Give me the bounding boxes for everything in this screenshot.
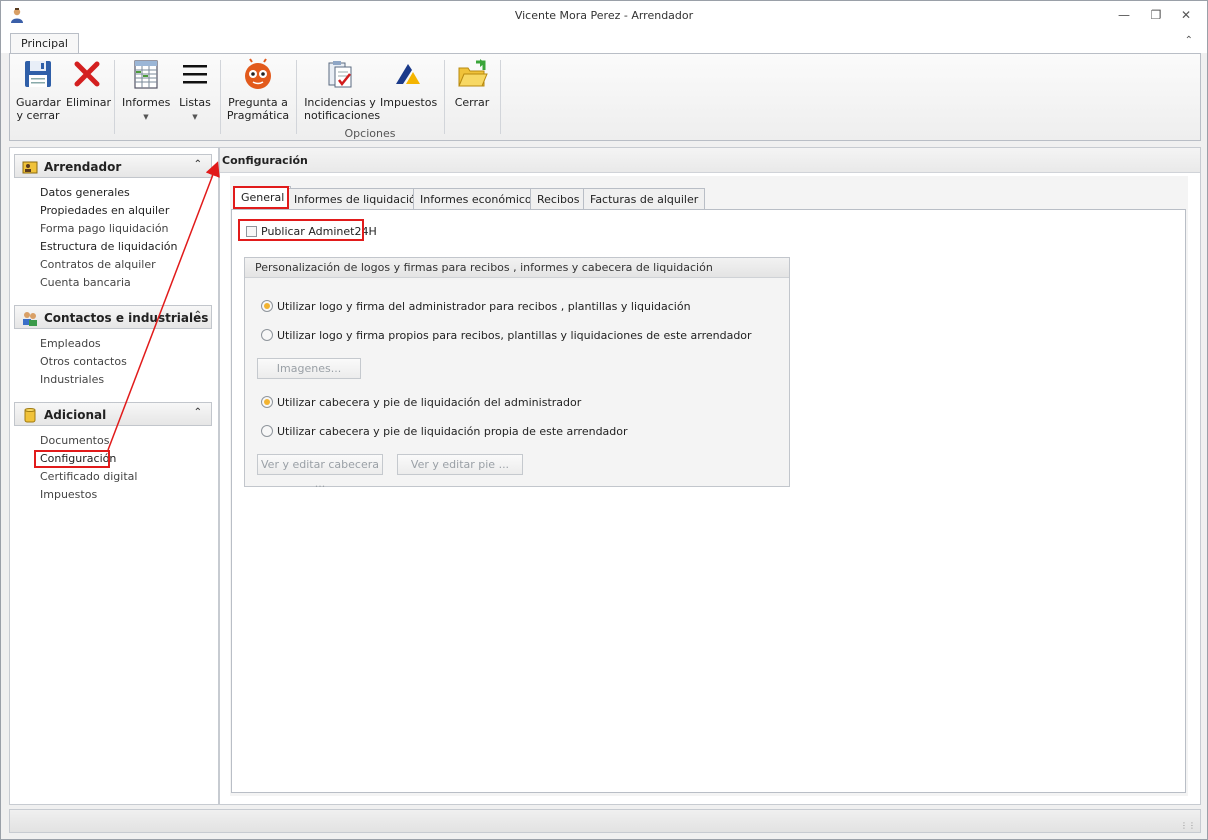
dropdown-arrow-icon: ▼: [143, 113, 149, 121]
contacts-icon: [23, 312, 37, 326]
radio-unselected[interactable]: [261, 329, 273, 341]
report-spreadsheet-icon: [134, 60, 158, 89]
group-title: Personalización de logos y firmas para r…: [245, 258, 789, 278]
tab-control: General Informes de liquidación Informes…: [230, 176, 1188, 796]
page-title: Configuración: [220, 148, 1200, 173]
collapse-chevron-icon[interactable]: ⌃: [194, 159, 202, 170]
collapse-chevron-icon[interactable]: ⌃: [194, 407, 202, 418]
ribbon-separator: [220, 60, 221, 134]
title-bar: Vicente Mora Perez - Arrendador — ❐ ✕: [1, 1, 1207, 31]
list-icon: [183, 65, 207, 84]
radio-logo-propio[interactable]: Utilizar logo y firma propios para recib…: [261, 329, 752, 342]
nav-item-documentos[interactable]: Documentos: [40, 434, 109, 447]
cerrar-label: Cerrar: [454, 96, 490, 109]
informes-label: Informes: [122, 96, 171, 109]
nav-group-arrendador[interactable]: Arrendador ⌃: [14, 154, 212, 178]
side-navigation: Arrendador ⌃ Datos generales Propiedades…: [9, 147, 219, 805]
save-icon: [25, 61, 51, 87]
radio-cabecera-administrador[interactable]: Utilizar cabecera y pie de liquidación d…: [261, 396, 581, 409]
restore-icon[interactable]: ❐: [1145, 6, 1167, 24]
robot-assistant-icon: [245, 58, 271, 89]
nav-item-estructura-liquidacion[interactable]: Estructura de liquidación: [40, 240, 177, 253]
ver-editar-pie-button[interactable]: Ver y editar pie ...: [397, 454, 523, 475]
radio-selected[interactable]: [261, 396, 273, 408]
nav-group-adicional[interactable]: Adicional ⌃: [14, 402, 212, 426]
tab-recibos[interactable]: Recibos: [530, 188, 587, 210]
impuestos-label: Impuestos: [380, 96, 438, 109]
delete-x-icon: [74, 61, 100, 87]
nav-item-contratos[interactable]: Contratos de alquiler: [40, 258, 156, 271]
tab-informes-economicos[interactable]: Informes económicos: [413, 188, 545, 210]
nav-group-title: Contactos e industriales: [44, 311, 209, 325]
nav-item-empleados[interactable]: Empleados: [40, 337, 101, 350]
clipboard-check-icon: [328, 61, 352, 88]
nav-item-certificado-digital[interactable]: Certificado digital: [40, 470, 137, 483]
imagenes-button[interactable]: Imagenes...: [257, 358, 361, 379]
radio-label: Utilizar logo y firma propios para recib…: [277, 329, 752, 342]
nav-item-cuenta-bancaria[interactable]: Cuenta bancaria: [40, 276, 131, 289]
ribbon-collapse-icon[interactable]: ⌃: [1185, 35, 1193, 46]
guardar-cerrar-button[interactable]: Guardar y cerrar: [16, 58, 61, 122]
content-pane: Configuración General Informes de liquid…: [219, 147, 1201, 805]
ribbon-tab-row: Principal ⌃: [1, 31, 1207, 54]
ribbon-separator: [500, 60, 501, 134]
nav-item-otros-contactos[interactable]: Otros contactos: [40, 355, 127, 368]
nav-item-propiedades[interactable]: Propiedades en alquiler: [40, 204, 169, 217]
ribbon-group-opciones: Opciones: [344, 127, 396, 140]
publicar-adminet-checkbox[interactable]: Publicar Adminet24H: [246, 225, 377, 238]
landlord-icon: [22, 161, 38, 174]
listas-label: Listas: [179, 96, 211, 109]
radio-label: Utilizar cabecera y pie de liquidación d…: [277, 396, 582, 409]
publicar-label: Publicar Adminet24H: [261, 225, 377, 238]
pregunta-pragmatica-button[interactable]: Pregunta a Pragmática: [226, 58, 290, 122]
nav-group-contactos[interactable]: Contactos e industriales ⌃: [14, 305, 212, 329]
nav-item-datos-generales[interactable]: Datos generales: [40, 186, 130, 199]
tab-page-general: Publicar Adminet24H Personalización de l…: [231, 209, 1186, 793]
nav-item-configuracion[interactable]: Configuración: [40, 452, 116, 465]
radio-selected[interactable]: [261, 300, 273, 312]
ribbon-separator: [296, 60, 297, 134]
folder-exit-icon: [458, 59, 488, 87]
tab-informes-liquidacion[interactable]: Informes de liquidación: [287, 188, 430, 210]
radio-logo-administrador[interactable]: Utilizar logo y firma del administrador …: [261, 300, 691, 313]
close-icon[interactable]: ✕: [1175, 6, 1197, 24]
eliminar-button[interactable]: Eliminar: [66, 58, 112, 109]
incidencias-label: Incidencias y notificaciones: [304, 96, 381, 122]
collapse-chevron-icon[interactable]: ⌃: [194, 310, 202, 321]
resize-grip-icon[interactable]: ⋮⋮: [1180, 821, 1196, 830]
tab-general[interactable]: General: [234, 186, 292, 211]
minimize-icon[interactable]: —: [1113, 6, 1135, 24]
radio-label: Utilizar cabecera y pie de liquidación p…: [277, 425, 628, 438]
tab-facturas-alquiler[interactable]: Facturas de alquiler: [583, 188, 706, 210]
incidencias-notificaciones-button[interactable]: Incidencias y notificaciones: [304, 58, 380, 122]
cerrar-button[interactable]: Cerrar: [450, 58, 494, 109]
checkbox-box[interactable]: [246, 226, 257, 237]
radio-unselected[interactable]: [261, 425, 273, 437]
tax-agency-icon: [396, 64, 420, 84]
nav-item-impuestos[interactable]: Impuestos: [40, 488, 97, 501]
logos-firmas-group: Personalización de logos y firmas para r…: [244, 257, 790, 490]
window-title: Vicente Mora Perez - Arrendador: [514, 9, 694, 22]
tab-principal[interactable]: Principal: [10, 33, 79, 54]
nav-group-title: Adicional: [44, 408, 107, 422]
dropdown-arrow-icon: ▼: [192, 113, 198, 121]
status-bar: ⋮⋮: [9, 809, 1201, 833]
ver-editar-cabecera-button[interactable]: Ver y editar cabecera ...: [257, 454, 383, 490]
ribbon-separator: [444, 60, 445, 134]
informes-button[interactable]: Informes ▼: [122, 58, 170, 124]
app-window: Vicente Mora Perez - Arrendador — ❐ ✕ Pr…: [0, 0, 1208, 840]
database-icon: [24, 408, 36, 423]
guardar-label: Guardar y cerrar: [16, 96, 61, 122]
pregunta-label: Pregunta a Pragmática: [226, 96, 290, 122]
listas-button[interactable]: Listas ▼: [176, 58, 214, 124]
nav-item-industriales[interactable]: Industriales: [40, 373, 104, 386]
eliminar-label: Eliminar: [66, 96, 112, 109]
impuestos-button[interactable]: Impuestos: [380, 58, 438, 109]
radio-cabecera-propia[interactable]: Utilizar cabecera y pie de liquidación p…: [261, 425, 628, 438]
ribbon: Guardar y cerrar Eliminar Informes ▼ Lis…: [9, 53, 1201, 141]
ribbon-separator: [114, 60, 115, 134]
nav-item-forma-pago[interactable]: Forma pago liquidación: [40, 222, 169, 235]
radio-label: Utilizar logo y firma del administrador …: [277, 300, 691, 313]
nav-group-title: Arrendador: [44, 160, 122, 174]
